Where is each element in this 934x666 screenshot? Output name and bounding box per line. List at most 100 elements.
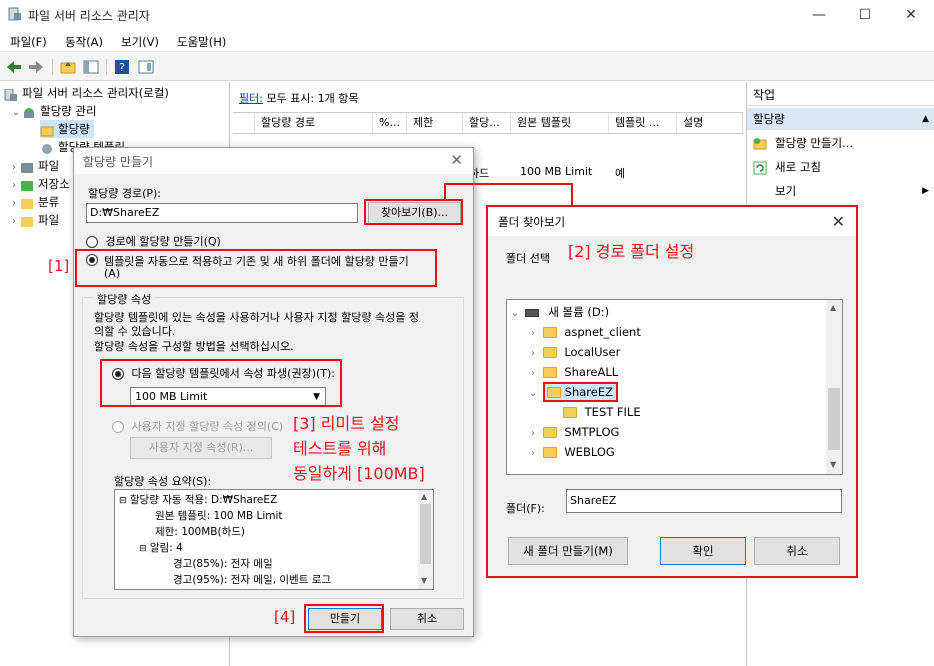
tree-item-storage-reports[interactable]: › 저장소 — [8, 175, 70, 193]
action-label: 새로 고침 — [775, 160, 821, 174]
maximize-button[interactable]: ☐ — [842, 0, 888, 30]
chevron-right-icon[interactable]: › — [8, 213, 20, 231]
collapse-up-icon[interactable]: ▲ — [922, 108, 929, 130]
file-management-icon — [20, 215, 34, 227]
scroll-up-icon[interactable]: ▲ — [421, 492, 427, 501]
template-icon — [40, 142, 54, 154]
create-quota-icon — [753, 137, 767, 151]
properties-summary-tree[interactable]: ⊟ 할당량 자동 적용: D:₩ShareEZ 원본 템플릿: 100 MB L… — [114, 489, 434, 590]
forward-arrow-icon[interactable] — [27, 58, 45, 76]
action-label: 할당량 만들기... — [775, 136, 854, 150]
annotation-step3-line1: [3] 리미트 설정 — [293, 414, 400, 433]
column-quota-type[interactable]: 할당... — [463, 113, 511, 133]
column-quota-path[interactable]: 할당량 경로 — [255, 113, 373, 133]
quota-properties-title: 할당량 속성 — [94, 291, 155, 307]
tree-item-label: 저장소 — [38, 177, 70, 191]
connector-line-left — [444, 183, 446, 200]
refresh-icon — [753, 161, 767, 175]
tree-item-classification[interactable]: › 분류 — [8, 193, 59, 211]
connector-line-horizontal — [444, 183, 573, 185]
tree-item-file-management[interactable]: › 파일 — [8, 211, 59, 229]
highlight-create-button — [304, 604, 384, 633]
app-icon — [8, 7, 22, 21]
annotation-step3-line3: 동일하게 [100MB] — [293, 464, 425, 483]
highlight-browse-button — [364, 199, 463, 225]
radio-button[interactable] — [86, 236, 98, 248]
actions-title: 작업 — [747, 84, 934, 106]
tree-item-label: 할당량 관리 — [40, 104, 97, 118]
actions-section-quotas[interactable]: 할당량 ▲ — [747, 108, 934, 130]
menu-help[interactable]: 도움말(H) — [177, 34, 226, 50]
close-icon[interactable]: ✕ — [450, 151, 463, 169]
svg-text:?: ? — [119, 61, 125, 74]
quota-path-input[interactable]: D:₩ShareEZ — [86, 203, 358, 223]
row-template-match: 예 — [615, 167, 626, 180]
tree-item-label: 파일 서버 리소스 관리자(로컬) — [22, 86, 169, 100]
summary-scrollbar[interactable]: ▲ ▼ — [418, 490, 433, 589]
classification-icon — [20, 197, 34, 209]
radio-path-option[interactable]: 경로에 할당량 만들기(Q) — [86, 233, 221, 249]
minimize-button[interactable]: — — [796, 0, 842, 30]
help-icon[interactable]: ? — [113, 58, 131, 76]
radio-button[interactable] — [112, 421, 124, 433]
filter-text: 모두 표시: 1개 항목 — [266, 92, 359, 105]
column-percent[interactable]: %... — [373, 113, 407, 133]
quota-icon — [40, 124, 54, 136]
menu-view[interactable]: 보기(V) — [121, 34, 159, 50]
dialog-title-bar: 할당량 만들기 ✕ — [74, 148, 473, 174]
connector-line-right — [571, 183, 573, 206]
close-button[interactable]: ✕ — [888, 0, 934, 30]
actions-section-label: 할당량 — [753, 112, 785, 126]
menu-action[interactable]: 동작(A) — [65, 34, 103, 50]
toolbar-separator — [106, 59, 107, 75]
menu-file[interactable]: 파일(F) — [10, 34, 47, 50]
back-arrow-icon[interactable] — [5, 58, 23, 76]
column-blank[interactable] — [233, 113, 255, 133]
tree-item-label: 분류 — [38, 195, 60, 209]
dialog-title: 할당량 만들기 — [83, 155, 154, 169]
annotation-step4: [4] — [274, 608, 296, 626]
menu-bar: 파일(F) 동작(A) 보기(V) 도움말(H) — [0, 30, 934, 52]
annotation-step2: [2] 경로 폴더 설정 — [568, 242, 695, 261]
quota-management-icon — [22, 106, 36, 118]
storage-reports-icon — [20, 179, 34, 191]
folder-up-icon[interactable] — [59, 58, 77, 76]
column-limit[interactable]: 제한 — [407, 113, 463, 133]
tree-item-quota-management[interactable]: ⌄ 할당량 관리 — [10, 102, 97, 120]
submenu-arrow-icon: ▶ — [922, 186, 929, 196]
tree-item-quotas[interactable]: 할당량 — [40, 120, 94, 138]
file-screen-icon — [20, 161, 34, 173]
show-hide-tree-icon[interactable] — [82, 58, 100, 76]
tree-item-label: 파일 — [38, 159, 60, 173]
column-template-match[interactable]: 템플릿 ... — [609, 113, 677, 133]
column-header: 할당량 경로 %... 제한 할당... 원본 템플릿 템플릿 ... 설명 — [233, 112, 743, 134]
radio-path-label: 경로에 할당량 만들기(Q) — [105, 235, 221, 248]
props-description-2: 의할 수 있습니다. — [94, 325, 176, 338]
cancel-button[interactable]: 취소 — [390, 608, 464, 630]
blank-icon — [753, 185, 767, 199]
annotation-step1: [1] — [48, 257, 70, 275]
action-create-quota[interactable]: 할당량 만들기... — [753, 133, 853, 153]
summary-line: ⊟ 할당량 자동 적용: D:₩ShareEZ — [119, 494, 278, 506]
highlight-template-select — [100, 359, 342, 407]
scroll-thumb[interactable] — [420, 504, 431, 564]
filter-bar: 필터: 모두 표시: 1개 항목 — [239, 90, 359, 106]
radio-custom-option[interactable]: 사용자 지정 할당량 속성 정의(C) — [112, 418, 283, 434]
column-description[interactable]: 설명 — [677, 113, 743, 133]
tree-item-root[interactable]: 파일 서버 리소스 관리자(로컬) — [4, 84, 169, 102]
tree-item-file-screen[interactable]: › 파일 — [8, 157, 59, 175]
chevron-down-icon[interactable]: ⌄ — [10, 104, 22, 122]
action-label: 보기 — [775, 184, 797, 198]
toolbar-separator — [52, 59, 53, 75]
server-icon — [4, 88, 18, 101]
tree-item-label: 할당량 — [58, 122, 90, 136]
properties-icon[interactable] — [137, 58, 155, 76]
window-title: 파일 서버 리소스 관리자 — [28, 9, 150, 23]
column-source-template[interactable]: 원본 템플릿 — [511, 113, 609, 133]
action-view[interactable]: 보기 ▶ — [753, 181, 929, 201]
action-refresh[interactable]: 새로 고침 — [753, 157, 821, 177]
summary-line: 경고(95%): 전자 메일, 이벤트 로그 — [173, 574, 332, 586]
filter-link[interactable]: 필터: — [239, 92, 263, 105]
custom-properties-button[interactable]: 사용자 지정 속성(R)... — [130, 437, 272, 459]
scroll-down-icon[interactable]: ▼ — [421, 576, 427, 585]
